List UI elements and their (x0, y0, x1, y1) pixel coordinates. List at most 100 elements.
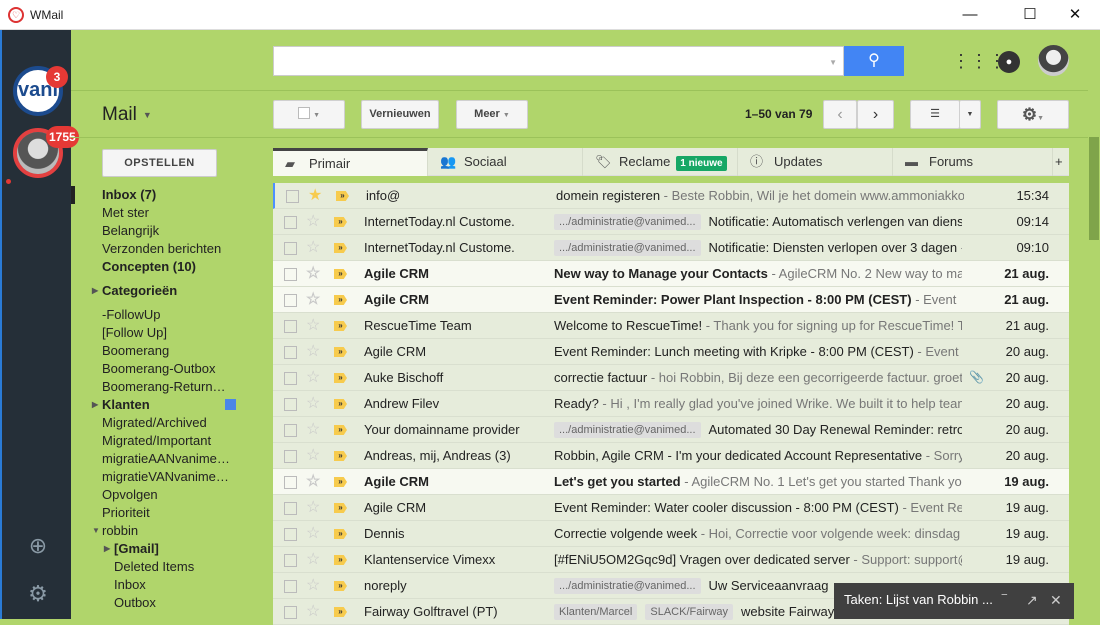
row-checkbox[interactable] (284, 294, 297, 307)
split-pane-button[interactable]: ☰ (910, 100, 960, 129)
email-row[interactable]: ☆ » Dennis Correctie volgende week - Hoi… (273, 521, 1069, 547)
star-icon[interactable]: ★ (308, 183, 322, 208)
row-checkbox[interactable] (284, 606, 297, 619)
previous-page-button[interactable]: ‹ (823, 100, 857, 129)
nav-inbox[interactable]: Inbox (7) (102, 186, 242, 204)
settings-button[interactable]: ⚙▼ (997, 100, 1069, 129)
importance-marker-icon[interactable]: » (334, 295, 347, 305)
nav-label[interactable]: Migrated/Important (102, 432, 242, 450)
star-icon[interactable]: ☆ (306, 261, 320, 286)
star-icon[interactable]: ☆ (306, 339, 320, 364)
nav-categories[interactable]: ▶ Categorieën (92, 282, 242, 300)
email-row[interactable]: ☆ » Auke Bischoff correctie factuur - ho… (273, 365, 1069, 391)
search-options-icon[interactable]: ▼ (829, 58, 837, 67)
row-checkbox[interactable] (284, 554, 297, 567)
star-icon[interactable]: ☆ (306, 443, 320, 468)
importance-marker-icon[interactable]: » (334, 217, 347, 227)
email-row[interactable]: ☆ » Andrew Filev Ready? - Hi , I'm reall… (273, 391, 1069, 417)
star-icon[interactable]: ☆ (306, 209, 320, 234)
email-row[interactable]: ★ » info@ domein registeren - Beste Robb… (273, 183, 1069, 209)
refresh-button[interactable]: Vernieuwen (361, 100, 439, 129)
email-label-tag[interactable]: .../administratie@vanimed... (554, 578, 701, 594)
collapse-icon[interactable]: ▼ (92, 522, 100, 540)
importance-marker-icon[interactable]: » (334, 503, 347, 513)
importance-marker-icon[interactable]: » (334, 373, 347, 383)
apps-grid-icon[interactable]: ⋮⋮⋮ (952, 49, 1006, 73)
scrollbar-thumb[interactable] (1089, 137, 1099, 240)
row-checkbox[interactable] (284, 242, 297, 255)
nav-robbin[interactable]: ▼ robbin (92, 522, 242, 540)
star-icon[interactable]: ☆ (306, 521, 320, 546)
nav-gmail[interactable]: ▶ [Gmail] (102, 540, 242, 558)
nav-sub-inbox[interactable]: Inbox (102, 576, 242, 594)
tab-reclame[interactable]: 🏷 Reclame 1 nieuwe (583, 148, 738, 176)
next-page-button[interactable]: › (857, 100, 894, 129)
email-row[interactable]: ☆ » Klantenservice Vimexx [#fENiU5OM2Gqc… (273, 547, 1069, 573)
select-checkbox-button[interactable]: ▼ (273, 100, 345, 129)
close-icon[interactable]: ✕ (1050, 583, 1062, 617)
email-label-tag[interactable]: Klanten/Marcel (554, 604, 638, 620)
row-checkbox[interactable] (284, 268, 297, 281)
star-icon[interactable]: ☆ (306, 391, 320, 416)
nav-label[interactable]: migratieVANvanime… (102, 468, 242, 486)
row-checkbox[interactable] (284, 320, 297, 333)
nav-drafts[interactable]: Concepten (10) (102, 258, 242, 276)
tab-primair[interactable]: ▰ Primair (273, 148, 428, 176)
importance-marker-icon[interactable]: » (334, 269, 347, 279)
row-checkbox[interactable] (284, 528, 297, 541)
tab-sociaal[interactable]: 👥 Sociaal (428, 148, 583, 176)
importance-marker-icon[interactable]: » (334, 347, 347, 357)
row-checkbox[interactable] (284, 502, 297, 515)
email-row[interactable]: ☆ » Agile CRM Event Reminder: Power Plan… (273, 287, 1069, 313)
importance-marker-icon[interactable]: » (334, 321, 347, 331)
email-row[interactable]: ☆ » Andreas, mij, Andreas (3) Robbin, Ag… (273, 443, 1069, 469)
star-icon[interactable]: ☆ (306, 599, 320, 624)
expand-icon[interactable]: ▶ (92, 282, 98, 300)
star-icon[interactable]: ☆ (306, 495, 320, 520)
row-checkbox[interactable] (284, 398, 297, 411)
email-label-tag[interactable]: .../administratie@vanimed... (554, 214, 701, 230)
search-input[interactable]: ▼ (273, 46, 844, 76)
importance-marker-icon[interactable]: » (334, 581, 347, 591)
tasks-panel[interactable]: Taken: Lijst van Robbin ... ‾ ↗ ✕ (834, 583, 1074, 619)
compose-button[interactable]: OPSTELLEN (102, 149, 217, 177)
row-checkbox[interactable] (284, 450, 297, 463)
row-checkbox[interactable] (284, 346, 297, 359)
tab-updates[interactable]: ⓘ Updates (738, 148, 893, 176)
row-checkbox[interactable] (284, 424, 297, 437)
email-row[interactable]: ☆ » Agile CRM New way to Manage your Con… (273, 261, 1069, 287)
nav-label[interactable]: Boomerang-Return… (102, 378, 242, 396)
mail-switcher[interactable]: Mail ▼ (102, 104, 152, 126)
importance-marker-icon[interactable]: » (334, 399, 347, 409)
email-row[interactable]: ☆ » Agile CRM Event Reminder: Water cool… (273, 495, 1069, 521)
email-label-tag[interactable]: SLACK/Fairway (645, 604, 734, 620)
popout-icon[interactable]: ↗ (1026, 583, 1038, 617)
minimize-button[interactable]: — (950, 4, 990, 26)
nav-label[interactable]: Prioriteit (102, 504, 242, 522)
importance-marker-icon[interactable]: » (334, 477, 347, 487)
nav-label[interactable]: migratieAANvanime… (102, 450, 242, 468)
search-button[interactable]: ⚲ (844, 46, 904, 76)
email-row[interactable]: ☆ » Agile CRM Let's get you started - Ag… (273, 469, 1069, 495)
nav-important[interactable]: Belangrijk (102, 222, 242, 240)
nav-deleted[interactable]: Deleted Items (102, 558, 242, 576)
more-button[interactable]: Meer ▼ (456, 100, 528, 129)
nav-label[interactable]: Migrated/Archived (102, 414, 242, 432)
star-icon[interactable]: ☆ (306, 313, 320, 338)
nav-label[interactable]: Boomerang-Outbox (102, 360, 242, 378)
star-icon[interactable]: ☆ (306, 573, 320, 598)
close-button[interactable]: ✕ (1055, 4, 1095, 26)
star-icon[interactable]: ☆ (306, 287, 320, 312)
nav-label[interactable]: Boomerang (102, 342, 242, 360)
user-avatar[interactable] (1038, 45, 1069, 76)
row-checkbox[interactable] (284, 216, 297, 229)
row-checkbox[interactable] (284, 580, 297, 593)
settings-gear-icon[interactable]: ⚙ (27, 583, 49, 605)
importance-marker-icon[interactable]: » (334, 555, 347, 565)
star-icon[interactable]: ☆ (306, 547, 320, 572)
star-icon[interactable]: ☆ (306, 365, 320, 390)
row-checkbox[interactable] (286, 190, 299, 203)
email-row[interactable]: ☆ » Your domainname provider .../adminis… (273, 417, 1069, 443)
nav-sent[interactable]: Verzonden berichten (102, 240, 242, 258)
nav-klanten[interactable]: ▶ Klanten (92, 396, 242, 414)
